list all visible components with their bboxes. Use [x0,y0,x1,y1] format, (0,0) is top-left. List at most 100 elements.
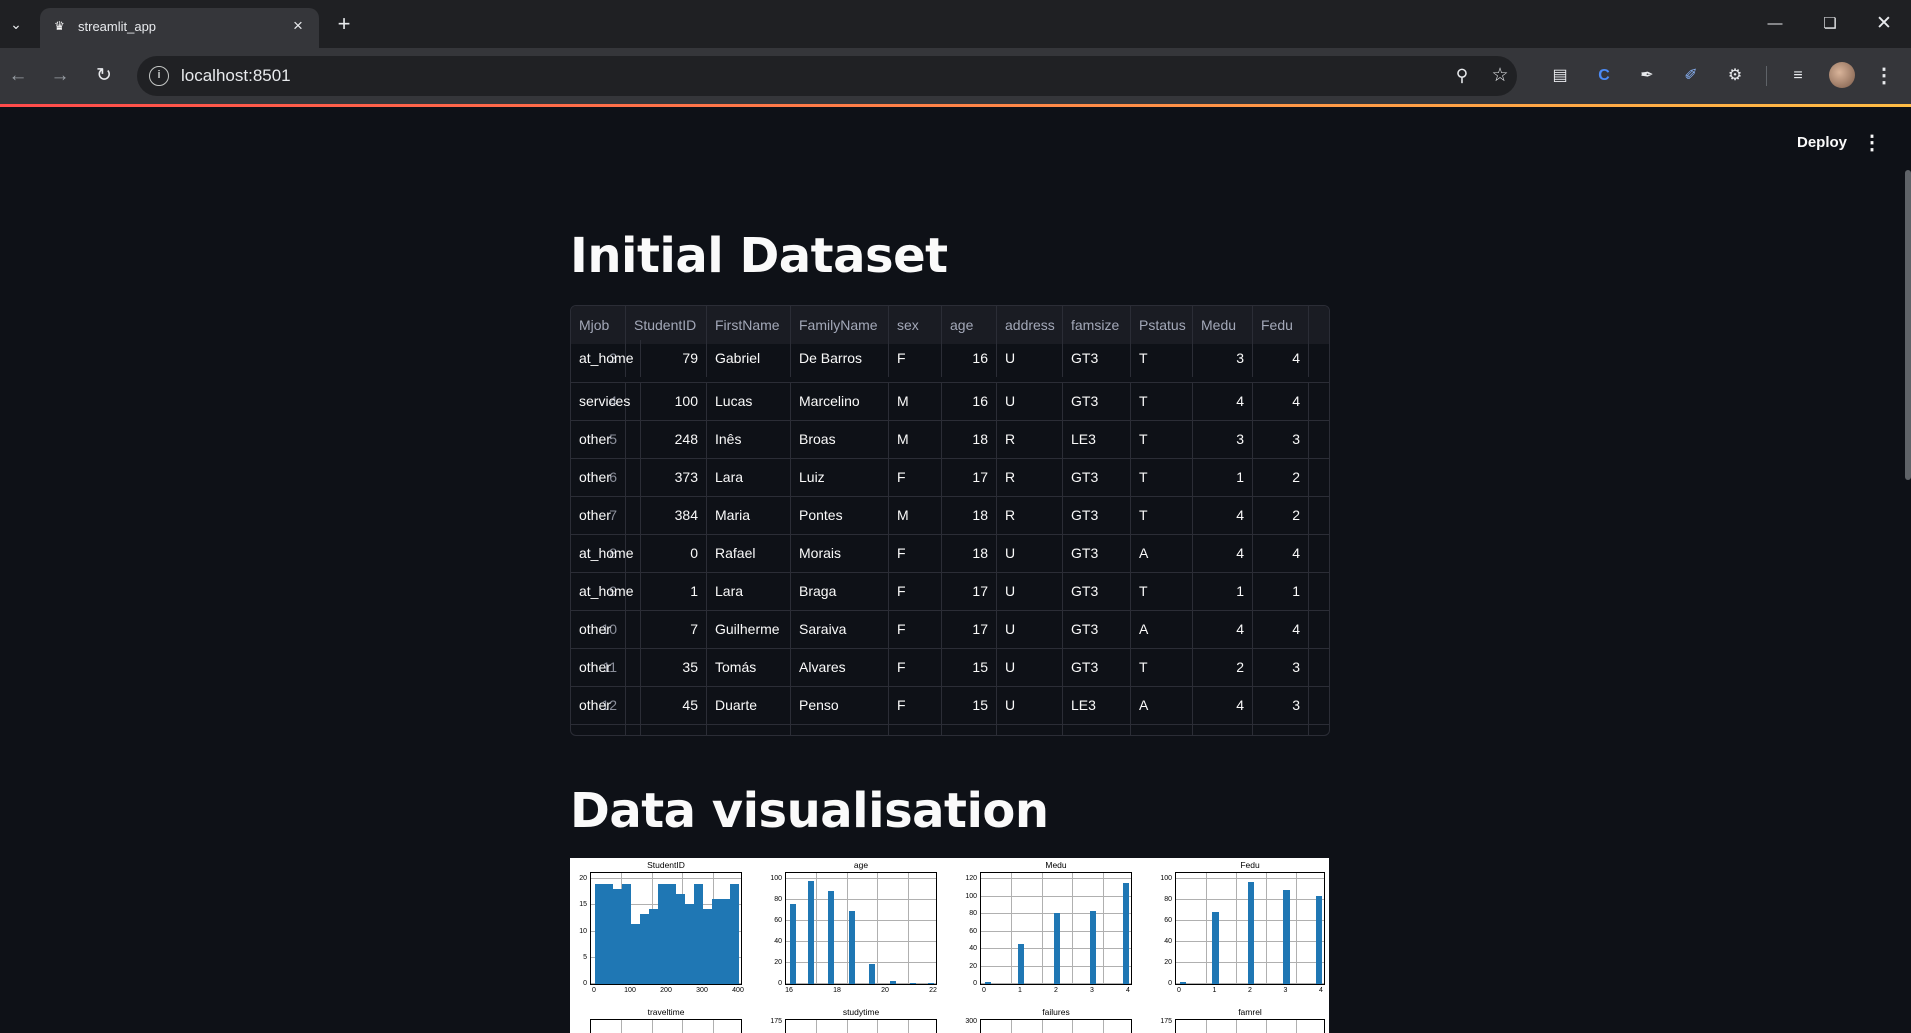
table-row[interactable]: 9 1 Lara Braga F 17 U GT3 T 1 1 at_home [571,572,1329,610]
browser-tab[interactable]: ♛ streamlit_app × [40,8,319,48]
table-cell: Tomás [707,649,791,686]
table-row[interactable]: 6 373 Lara Luiz F 17 R GT3 T 1 2 other [571,458,1329,496]
table-row[interactable]: 11 35 Tomás Alvares F 15 U GT3 T 2 3 other [571,648,1329,686]
x-tick-label: 1 [1212,987,1217,994]
gridline [712,1020,714,1033]
histogram-title: failures [1042,1007,1070,1017]
back-arrow-icon[interactable]: ← [4,62,32,90]
table-cell: GT3 [1063,535,1131,572]
y-tick-label: 20 [969,962,977,970]
column-header-firstname[interactable]: FirstName [707,306,791,344]
histogram-bar [1053,912,1061,984]
gridline [1296,1020,1297,1033]
y-tick-label: 175 [770,1018,782,1025]
table-row[interactable]: 10 7 Guilherme Saraiva F 17 U GT3 A 4 4 other [571,610,1329,648]
deploy-button[interactable]: Deploy [1787,130,1857,156]
histogram-axes-studytime [785,1019,937,1033]
table-row[interactable]: 12 45 Duarte Penso F 15 U LE3 A 4 3 other [571,686,1329,724]
tab-search-chevron-icon[interactable]: ⌄ [4,10,28,38]
histogram-figure: StudentID 0 5 10 15 20 0 100 200 300 400 age 0 20 40 60… [570,858,1329,1033]
table-row[interactable]: 5 248 Inês Broas M 18 R LE3 T 3 3 other [571,420,1329,458]
site-info-icon[interactable]: i [149,66,169,86]
table-cell: Braga [791,573,889,610]
table-row[interactable]: 7 384 Maria Pontes M 18 R GT3 T 4 2 other [571,496,1329,534]
column-header-sex[interactable]: sex [889,306,942,344]
table-cell: T [1131,340,1193,377]
gridline [1102,873,1104,984]
table-row[interactable]: 8 0 Rafael Morais F 18 U GT3 A 4 4 at_home [571,534,1329,572]
profile-avatar[interactable] [1829,62,1855,88]
column-header-familyname[interactable]: FamilyName [791,306,889,344]
column-header-pstatus[interactable]: Pstatus [1131,306,1193,344]
histogram-bar [667,884,676,984]
dataframe-header: StudentID FirstName FamilyName sex age addres… [571,306,1329,344]
x-tick-label: 4 [1319,987,1323,994]
x-tick-label: 20 [881,987,889,994]
table-cell: 18 [942,535,997,572]
histogram-axes-famrel [1175,1019,1325,1033]
bookmark-star-icon[interactable]: ☆ [1488,64,1512,88]
address-bar[interactable]: i localhost:8501 ⚲ ☆ [137,56,1517,96]
histogram-axes-age [785,872,937,985]
gridline [1102,1020,1104,1033]
y-tick-label: 0 [778,980,782,987]
table-cell: 18 [942,497,997,534]
histogram-bar [640,914,649,984]
x-tick-label: 0 [1177,987,1181,994]
table-cell: 4 [1193,611,1253,648]
table-cell: Pontes [791,497,889,534]
zoom-magnifier-icon[interactable]: ⚲ [1450,64,1474,88]
c-extension-icon[interactable]: C [1590,62,1618,90]
column-header-studentid[interactable]: StudentID [626,306,707,344]
highlighter-extension-icon[interactable]: ✐ [1677,62,1705,90]
histogram-axes-failures [980,1019,1132,1033]
column-header-address[interactable]: address [997,306,1063,344]
table-cell: Penso [791,687,889,724]
table-row[interactable]: 4 100 Lucas Marcelino M 16 U GT3 T 4 4 services [571,382,1329,420]
x-tick-label: 400 [732,987,744,994]
table-row[interactable]: 3 79 Gabriel De Barros F 16 U GT3 T 3 4 at_home [571,340,1329,377]
page-scrollbar[interactable] [1905,170,1911,480]
column-header-mjob[interactable]: Mjob [571,306,631,344]
table-cell: 4 [1253,383,1309,420]
streamlit-header-decoration [0,104,1911,107]
histogram-title: studytime [842,1007,880,1017]
restore-window-icon[interactable]: ❏ [1810,12,1850,36]
media-queue-icon[interactable]: ≡ [1784,62,1812,90]
eyedropper-extension-icon[interactable]: ✒ [1633,62,1661,90]
puzzle-extensions-icon[interactable]: ⚙ [1721,62,1749,90]
close-window-icon[interactable]: ✕ [1864,12,1904,36]
table-cell: Marcelino [791,383,889,420]
table-cell: R [997,421,1063,458]
table-cell: U [997,687,1063,724]
new-tab-plus-icon[interactable]: + [330,10,358,38]
tab-title: streamlit_app [78,19,157,34]
gridline [1011,873,1013,984]
column-header-age[interactable]: age [942,306,997,344]
histogram-bar [928,982,934,984]
histogram-title: traveltime [647,1007,685,1017]
table-cell: U [997,340,1063,377]
x-tick-label: 16 [785,987,793,994]
gridline [877,1020,879,1033]
url-text[interactable]: localhost:8501 [181,66,291,86]
reload-icon[interactable]: ↻ [90,62,118,90]
table-cell: U [997,611,1063,648]
dataframe[interactable]: StudentID FirstName FamilyName sex age addres… [570,305,1330,736]
column-header-medu[interactable]: Medu [1193,306,1253,344]
table-cell: Maria [707,497,791,534]
document-extension-icon[interactable]: ▤ [1546,62,1574,90]
main-menu-icon[interactable]: ⋮ [1862,130,1882,156]
kebab-menu-icon[interactable]: ⋮ [1870,62,1898,90]
minimize-window-icon[interactable]: — [1755,12,1795,36]
table-cell: Luiz [791,459,889,496]
table-row[interactable]: 1367AliceReposaF16UGT3T31services [571,724,1329,735]
close-tab-icon[interactable]: × [287,15,309,37]
x-tick-label: 200 [660,987,672,994]
gridline [877,873,879,984]
column-header-fedu[interactable]: Fedu [1253,306,1309,344]
table-cell: services [571,725,641,735]
forward-arrow-icon[interactable]: → [46,62,74,90]
histogram-title: Fedu [1240,860,1260,870]
column-header-famsize[interactable]: famsize [1063,306,1131,344]
